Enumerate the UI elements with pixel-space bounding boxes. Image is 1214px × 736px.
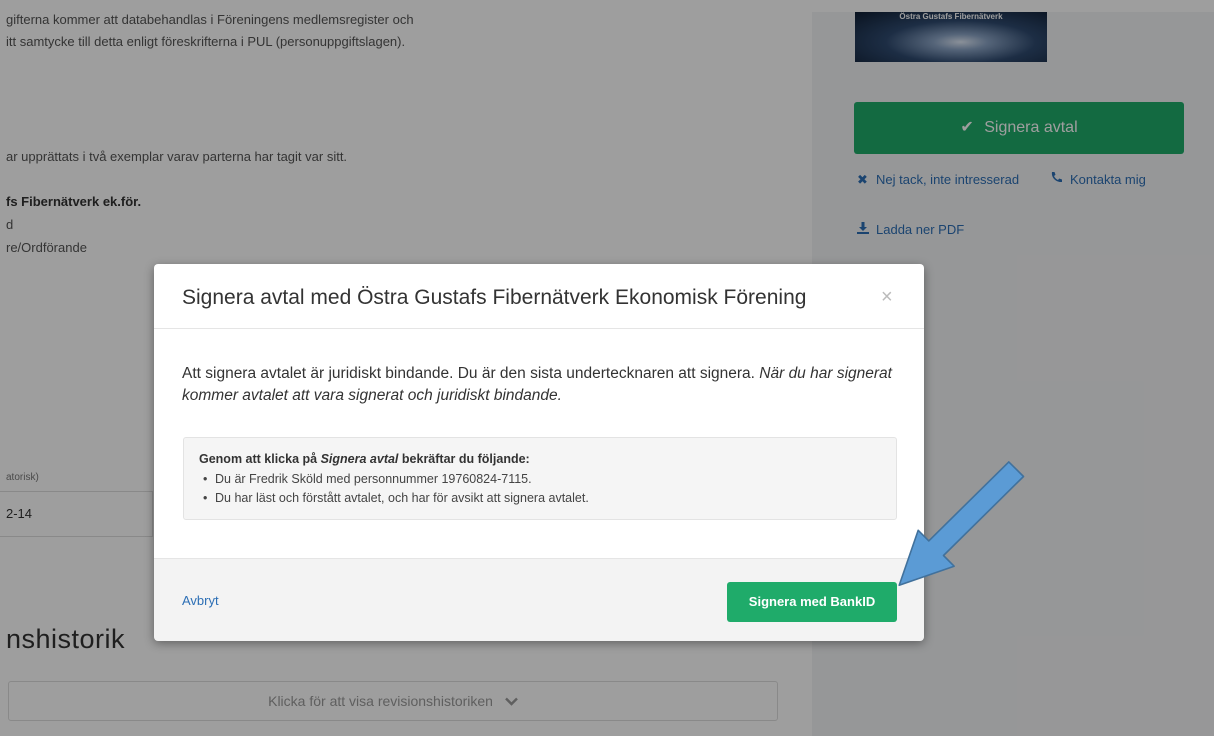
cancel-link[interactable]: Avbryt (182, 593, 219, 608)
sign-modal: Signera avtal med Östra Gustafs Fibernät… (154, 264, 924, 641)
modal-title: Signera avtal med Östra Gustafs Fibernät… (182, 286, 807, 309)
close-icon[interactable]: × (881, 286, 893, 309)
modal-footer: Avbryt Signera med BankID (154, 558, 924, 641)
modal-header: Signera avtal med Östra Gustafs Fibernät… (154, 264, 924, 329)
list-item: Du har läst och förstått avtalet, och ha… (199, 489, 589, 508)
modal-body-text: Att signera avtalet är juridiskt bindand… (182, 363, 894, 407)
list-item: Du är Fredrik Sköld med personnummer 197… (199, 470, 589, 489)
confirmation-heading: Genom att klicka på Signera avtal bekräf… (199, 452, 530, 466)
sign-with-bankid-button[interactable]: Signera med BankID (727, 582, 897, 622)
binding-notice: Att signera avtalet är juridiskt bindand… (182, 365, 755, 382)
confirmation-box: Genom att klicka på Signera avtal bekräf… (183, 437, 897, 520)
confirmation-list: Du är Fredrik Sköld med personnummer 197… (199, 470, 589, 508)
